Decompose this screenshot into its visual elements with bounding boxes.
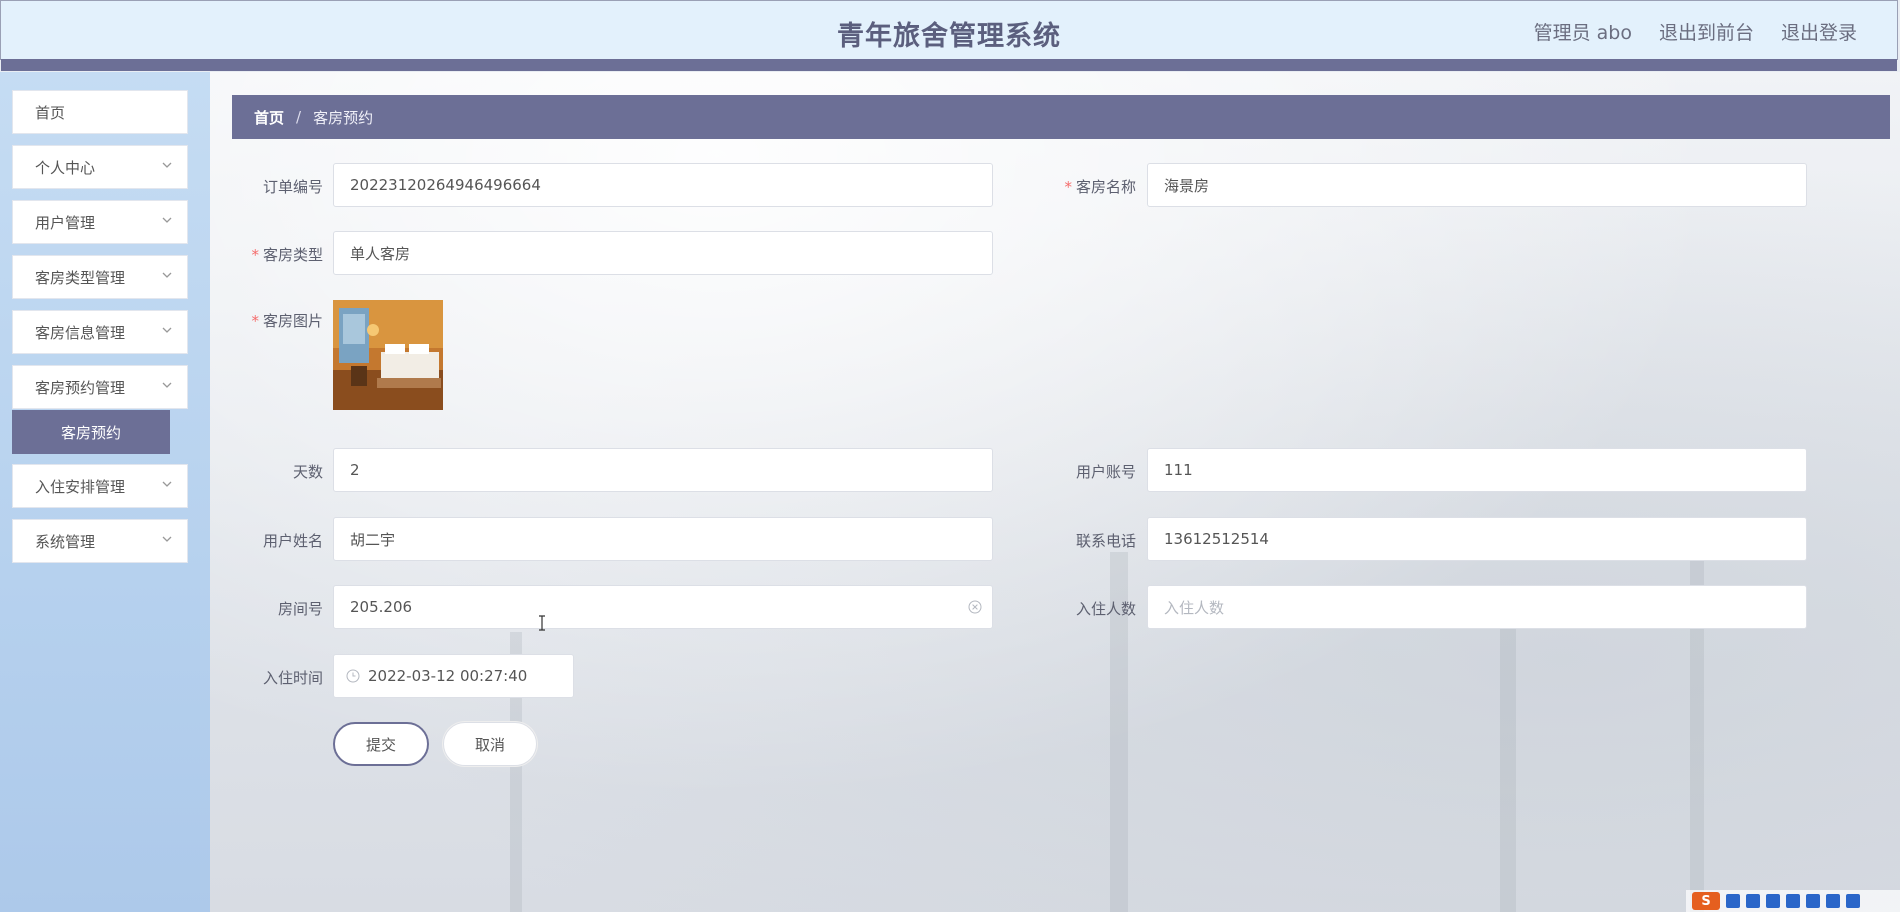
tray-icon[interactable]	[1786, 894, 1800, 908]
sidebar-item-room-info-management[interactable]: 客房信息管理	[12, 310, 188, 354]
checkin-time-label: 入住时间	[262, 669, 323, 687]
checkin-time-picker[interactable]: 2022-03-12 00:27:40	[333, 654, 574, 698]
tray-icon[interactable]	[1746, 894, 1760, 908]
room-name-label-text: 客房名称	[1075, 178, 1136, 196]
room-name-field[interactable]: 海景房	[1147, 163, 1807, 207]
breadcrumb: 首页 / 客房预约	[232, 95, 1890, 139]
user-name-label: 用户姓名	[262, 532, 323, 550]
back-to-front-link[interactable]: 退出到前台	[1659, 18, 1754, 45]
clear-icon[interactable]	[968, 600, 982, 614]
chevron-down-icon	[162, 536, 172, 542]
room-image-label: * 客房图片	[251, 312, 323, 330]
user-account-field[interactable]: 111	[1147, 448, 1807, 492]
sidebar: 首页 个人中心 用户管理 客房类型管理 客房信息管理 客房预约管理 客房预约 入…	[0, 72, 210, 912]
ime-toolbar: S	[1686, 890, 1900, 912]
background-decoration	[1500, 592, 1516, 912]
sidebar-item-system-management[interactable]: 系统管理	[12, 519, 188, 563]
sidebar-item-label: 用户管理	[35, 213, 96, 232]
chevron-down-icon	[162, 162, 172, 168]
phone-field[interactable]: 13612512514	[1147, 517, 1807, 561]
checkin-time-value: 2022-03-12 00:27:40	[368, 667, 528, 685]
order-no-field[interactable]: 20223120264946496664	[333, 163, 993, 207]
main-content: 首页 / 客房预约 订单编号 20223120264946496664 * 客房名…	[210, 72, 1900, 912]
tray-icon[interactable]	[1766, 894, 1780, 908]
sidebar-item-personal-center[interactable]: 个人中心	[12, 145, 188, 189]
tray-icon[interactable]	[1846, 894, 1860, 908]
header-links: 管理员 abo 退出到前台 退出登录	[1534, 18, 1857, 45]
admin-user-label[interactable]: 管理员 abo	[1534, 18, 1632, 45]
breadcrumb-current: 客房预约	[313, 108, 374, 127]
sidebar-item-label: 个人中心	[35, 158, 96, 177]
phone-label: 联系电话	[1075, 532, 1136, 550]
days-field[interactable]: 2	[333, 448, 993, 492]
room-name-label: * 客房名称	[1064, 178, 1136, 196]
input-method-logo[interactable]: S	[1692, 892, 1720, 910]
breadcrumb-separator: /	[296, 108, 302, 126]
sidebar-item-label: 客房信息管理	[35, 323, 126, 342]
sidebar-item-user-management[interactable]: 用户管理	[12, 200, 188, 244]
top-header: 青年旅舍管理系统 管理员 abo 退出到前台 退出登录	[0, 0, 1898, 71]
user-account-label: 用户账号	[1075, 463, 1136, 481]
chevron-down-icon	[162, 217, 172, 223]
guests-field[interactable]: 入住人数	[1147, 585, 1807, 629]
chevron-up-icon	[162, 382, 172, 388]
user-name-field[interactable]: 胡二宇	[333, 517, 993, 561]
room-no-value: 205.206	[350, 598, 413, 616]
text-cursor-icon	[539, 615, 545, 631]
tray-icon[interactable]	[1726, 894, 1740, 908]
room-image-label-text: 客房图片	[262, 312, 323, 330]
chevron-down-icon	[162, 272, 172, 278]
sidebar-subitem-room-booking[interactable]: 客房预约	[12, 410, 170, 454]
guests-label: 入住人数	[1075, 600, 1136, 618]
submit-button[interactable]: 提交	[333, 722, 429, 766]
clock-icon	[346, 669, 360, 683]
room-type-label-text: 客房类型	[262, 246, 323, 264]
sidebar-item-label: 客房预约管理	[35, 378, 126, 397]
room-no-label: 房间号	[277, 600, 323, 618]
chevron-down-icon	[162, 481, 172, 487]
room-type-field[interactable]: 单人客房	[333, 231, 993, 275]
order-no-label: 订单编号	[262, 178, 323, 196]
room-no-field[interactable]: 205.206	[333, 585, 993, 629]
room-image-thumbnail[interactable]	[333, 300, 443, 410]
cancel-button[interactable]: 取消	[443, 722, 537, 766]
sidebar-item-room-booking-management[interactable]: 客房预约管理	[12, 365, 188, 409]
sidebar-item-room-type-management[interactable]: 客房类型管理	[12, 255, 188, 299]
logout-link[interactable]: 退出登录	[1781, 18, 1857, 45]
chevron-down-icon	[162, 327, 172, 333]
room-type-label: * 客房类型	[251, 246, 323, 264]
header-accent-bar	[1, 59, 1897, 71]
sidebar-item-label: 入住安排管理	[35, 477, 126, 496]
sidebar-item-label: 系统管理	[35, 532, 96, 551]
tray-icon[interactable]	[1826, 894, 1840, 908]
sidebar-item-checkin-management[interactable]: 入住安排管理	[12, 464, 188, 508]
tray-icon[interactable]	[1806, 894, 1820, 908]
sidebar-item-home[interactable]: 首页	[12, 90, 188, 134]
sidebar-item-label: 首页	[35, 103, 66, 122]
hotel-room-image	[333, 300, 443, 410]
sidebar-item-label: 客房类型管理	[35, 268, 126, 287]
breadcrumb-home[interactable]: 首页	[254, 107, 284, 128]
days-label: 天数	[292, 463, 323, 481]
